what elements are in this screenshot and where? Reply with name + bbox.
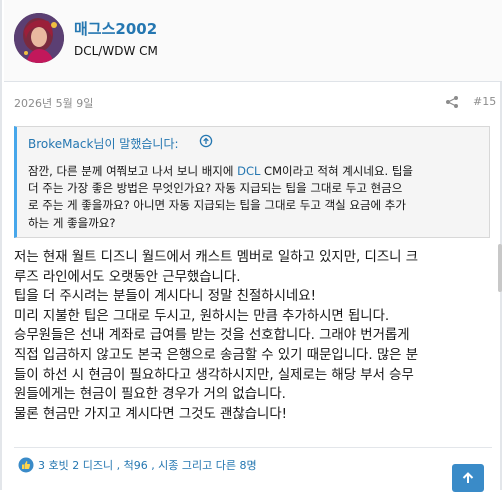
post-date[interactable]: 2026년 5월 9일 <box>14 95 93 111</box>
post-container: 매그스2002 DCL/WDW CM 2026년 5월 9일 #15 Broke… <box>0 0 502 492</box>
body-line: 물론 현금만 가지고 계시다면 그것도 괜찮습니다! <box>14 406 288 422</box>
quote-line: 하는 게 좋을까요? <box>28 215 116 230</box>
post-body: 저는 현재 월트 디즈니 월드에서 캐스트 멤버로 일하고 있지만, 디즈니 크… <box>14 248 494 424</box>
avatar-image <box>14 13 64 63</box>
body-line: 저는 현재 월트 디즈니 월드에서 캐스트 멤버로 일하고 있지만, 디즈니 크 <box>14 250 419 265</box>
quote-accent: DCL <box>237 164 261 178</box>
quote-line: 잠깐, 다른 분께 여쭤보고 나서 보니 배지에 DCL CM이라고 적혀 계시… <box>28 164 414 178</box>
reactions-bar[interactable]: 3 호빗 2 디즈니 , 척96 , 시종 그리고 다른 8명 <box>18 456 257 474</box>
avatar[interactable] <box>14 13 64 63</box>
username[interactable]: 매그스2002 <box>74 18 157 39</box>
reactions-text: 3 호빗 2 디즈니 , 척96 , 시종 그리고 다른 8명 <box>38 459 257 472</box>
share-icon[interactable] <box>445 95 459 109</box>
body-line: 미리 지불한 팁은 그대로 두시고, 원하시는 만큼 추가하시면 됩니다. <box>14 308 390 324</box>
arrow-up-circle-icon[interactable] <box>199 134 213 148</box>
quote-line: 로 주는 게 좋을까요? 아니면 자동 지급되는 팁을 그대로 두고 객실 요금… <box>28 198 406 213</box>
user-title: DCL/WDW CM <box>74 44 158 58</box>
quote-line: 더 주는 가장 좋은 방법은 무엇인가요? 자동 지급되는 팁을 그대로 두고 … <box>28 181 403 196</box>
quote-text: 잠깐, 다른 분께 여쭤보고 나서 보니 배지에 DCL CM이라고 적혀 계시… <box>28 163 483 232</box>
body-line: 팁을 더 주시려는 분들이 계시다니 정말 친절하시네요! <box>14 289 316 305</box>
quote-block: BrokeMack님이 말했습니다: 잠깐, 다른 분께 여쭤보고 나서 보니 … <box>14 126 490 238</box>
body-line: 직접 입금하지 않고도 본국 은행으로 송금할 수 있기 때문입니다. 많은 분 <box>14 347 419 363</box>
body-line: 원들에게는 현금이 필요한 경우가 거의 없습니다. <box>14 387 286 403</box>
quote-author[interactable]: BrokeMack님이 말했습니다: <box>28 135 179 152</box>
arrow-up-icon <box>462 472 474 483</box>
body-line: 승무원들은 선내 계좌로 급여를 받는 것을 선호합니다. 그래야 번거롭게 <box>14 328 410 344</box>
thumbs-up-icon <box>18 457 34 473</box>
user-header: 매그스2002 DCL/WDW CM <box>4 0 502 82</box>
body-line: 루즈 라인에서도 오랫동안 근무했습니다. <box>14 269 241 285</box>
body-line: 들이 하선 시 현금이 필요하다고 생각하시지만, 실제로는 해당 부서 승무 <box>14 367 414 383</box>
scroll-to-top-button[interactable] <box>452 464 484 492</box>
divider <box>14 447 492 448</box>
post-number-link[interactable]: #15 <box>473 95 496 108</box>
scrollbar-thumb[interactable] <box>498 244 502 292</box>
